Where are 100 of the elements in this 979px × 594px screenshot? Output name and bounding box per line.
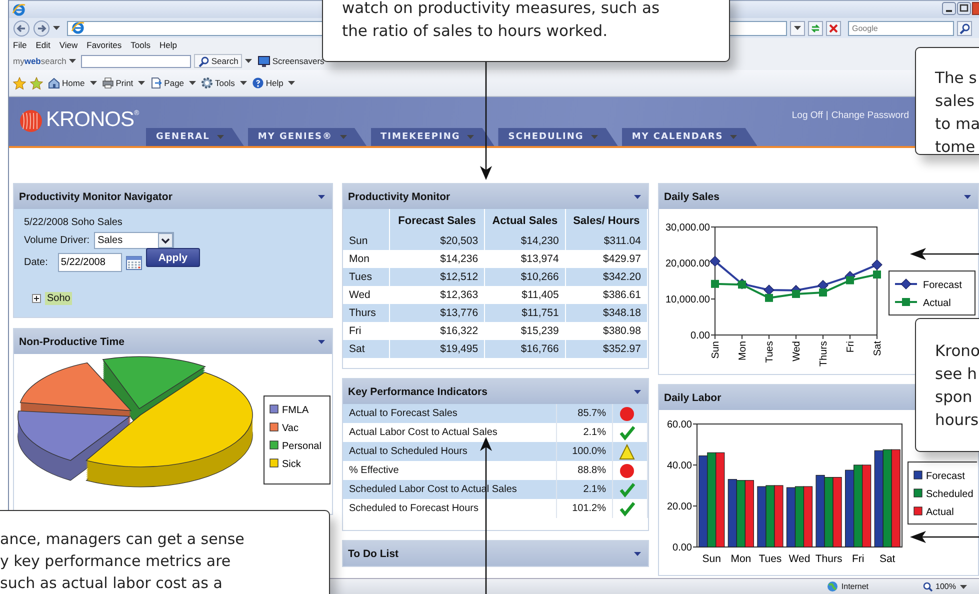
bar	[766, 485, 775, 548]
toolbar-search-field[interactable]	[81, 54, 192, 68]
axis-label: Mon	[730, 553, 752, 565]
annotation-tooltip: The s sales to ma tome	[915, 47, 979, 155]
caret-icon[interactable]	[964, 194, 971, 198]
expand-icon[interactable]	[32, 294, 41, 303]
toolbar-button[interactable]: Help	[250, 76, 284, 90]
axis-label: Sun	[702, 553, 721, 565]
axis-label: Fri	[852, 553, 864, 565]
caret-icon[interactable]	[189, 81, 196, 85]
table-cell: $352.97	[565, 340, 648, 358]
kronos-logo-icon	[19, 109, 43, 133]
table-cell: $13,776	[389, 304, 485, 322]
caret-icon[interactable]	[69, 59, 76, 63]
axis-label: 40.00	[666, 460, 692, 472]
nav-tab[interactable]: MY GENIES®	[248, 128, 367, 146]
bar	[794, 486, 804, 548]
bar	[757, 486, 766, 548]
data-point	[710, 256, 720, 267]
home-icon	[48, 77, 60, 89]
date-field[interactable]: 5/22/2008	[58, 253, 122, 272]
caret-icon[interactable]	[960, 584, 967, 588]
browser-logo-icon	[12, 2, 26, 16]
tree-item[interactable]: Soho	[45, 292, 72, 305]
menu-item[interactable]: Tools	[130, 40, 150, 50]
field-label: Date:	[24, 257, 48, 268]
nav-tab[interactable]: SCHEDULING	[498, 128, 618, 146]
axis-label: Tues	[764, 341, 776, 363]
caret-icon[interactable]	[634, 552, 641, 556]
caret-icon[interactable]	[634, 194, 641, 198]
pointer-arrow	[910, 531, 979, 543]
menu-item[interactable]: Help	[159, 40, 177, 50]
toolbar-button[interactable]: Print	[100, 76, 134, 90]
axis-label: Thurs	[818, 341, 830, 367]
legend-label: Forecast	[926, 471, 965, 482]
toolbar-brand: mywebsearch	[13, 56, 66, 66]
maximize-button[interactable]	[957, 2, 971, 15]
data-point	[818, 280, 828, 291]
axis-label: 10,000.00	[666, 294, 710, 306]
search-button[interactable]: Search	[194, 54, 242, 68]
search-button[interactable]	[957, 20, 972, 36]
table-cell: 100.0%	[556, 442, 612, 461]
table-cell: Tues	[343, 268, 390, 286]
toolbar-button[interactable]: Page	[149, 76, 186, 90]
caret-icon[interactable]	[288, 81, 296, 85]
add-favorite-icon[interactable]	[30, 76, 43, 90]
panel-title: Key Performance Indicators	[348, 386, 488, 398]
legend-label: Vac	[282, 423, 298, 434]
caret-icon[interactable]	[240, 81, 247, 85]
caret-icon[interactable]	[90, 81, 97, 85]
axis-label: Wed	[788, 553, 810, 565]
table-cell: 85.7%	[556, 404, 612, 423]
stop-button[interactable]	[826, 20, 841, 36]
apply-button[interactable]: Apply	[146, 248, 200, 267]
table-cell: $19,495	[389, 340, 485, 358]
caret-icon[interactable]	[318, 194, 325, 198]
forward-button[interactable]	[33, 20, 50, 36]
menu-item[interactable]: View	[59, 40, 78, 50]
minimize-button[interactable]	[942, 2, 956, 15]
table-cell: $10,266	[484, 268, 566, 286]
axis-label: 0.00	[690, 330, 710, 342]
pointer-arrow	[910, 248, 979, 260]
table-cell: $16,766	[484, 340, 566, 358]
caret-icon[interactable]	[794, 26, 801, 30]
field-label: Volume Driver:	[24, 235, 90, 246]
favorites-star-icon[interactable]	[13, 76, 26, 90]
table-cell: $20,503	[389, 232, 485, 250]
gear-icon	[201, 77, 214, 89]
toolbar-button[interactable]: Home	[47, 76, 86, 90]
menu-item[interactable]: Edit	[36, 40, 50, 50]
link-separator: |	[826, 110, 828, 121]
table-cell: $12,512	[389, 268, 485, 286]
menu-item[interactable]: File	[13, 40, 27, 50]
search-field[interactable]: Google	[848, 20, 954, 36]
back-button[interactable]	[13, 20, 30, 36]
axis-label: Sun	[710, 341, 722, 359]
volume-driver-select[interactable]: Sales	[94, 232, 174, 249]
table-cell: $342.20	[565, 268, 648, 286]
calendar-icon[interactable]	[126, 255, 142, 270]
bar	[832, 477, 842, 548]
nav-tab[interactable]: GENERAL	[146, 128, 244, 146]
zoom-level[interactable]: 100%	[922, 582, 956, 592]
caret-icon[interactable]	[245, 59, 252, 63]
toolbar-button[interactable]: Tools	[200, 76, 236, 90]
panel-title: Daily Labor	[664, 392, 722, 404]
nav-tab[interactable]: TIMEKEEPING	[370, 128, 494, 146]
table-cell: $11,751	[484, 304, 566, 322]
menu-item[interactable]: Favorites	[86, 40, 122, 50]
legend-label: Personal	[282, 441, 322, 452]
caret-icon[interactable]	[318, 340, 325, 344]
data-point	[764, 284, 774, 296]
caret-icon[interactable]	[634, 390, 641, 394]
column-header: Actual Sales	[484, 209, 566, 232]
axis-label: Thurs	[815, 553, 842, 565]
panel-title: Daily Sales	[664, 190, 720, 202]
caret-icon[interactable]	[138, 81, 146, 85]
panel-title: To Do List	[348, 548, 399, 560]
nav-tab[interactable]: MY CALENDARS	[622, 128, 758, 146]
caret-icon[interactable]	[53, 26, 60, 30]
dropdown-button[interactable]	[790, 20, 805, 36]
